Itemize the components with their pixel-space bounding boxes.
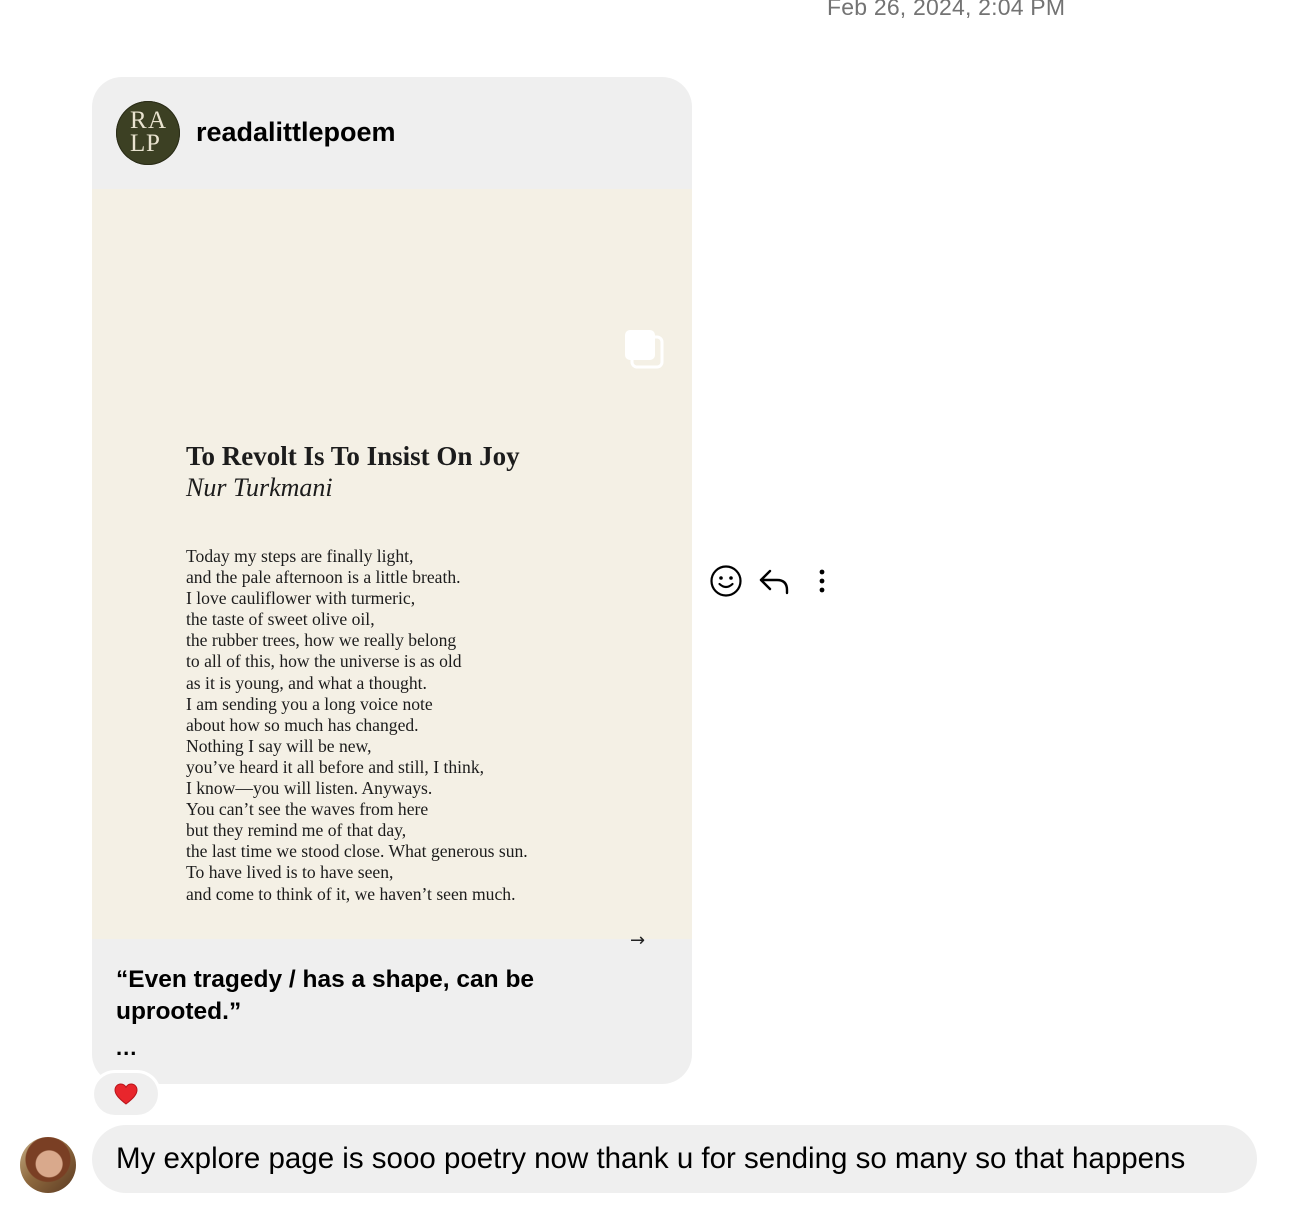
caption-more[interactable]: ... — [116, 1035, 137, 1061]
more-options-button[interactable] — [804, 563, 840, 599]
sender-avatar[interactable] — [20, 1137, 76, 1193]
poem-line: to all of this, how the universe is as o… — [186, 651, 462, 672]
carousel-icon — [625, 330, 664, 369]
react-button[interactable] — [708, 563, 744, 599]
message-text: My explore page is sooo poetry now thank… — [116, 1142, 1186, 1175]
poem-title: To Revolt Is To Insist On Joy — [186, 441, 520, 471]
poem-line: the rubber trees, how we really belong — [186, 630, 457, 651]
post-header[interactable]: R A L P readalittlepoem — [92, 77, 692, 189]
poem-line: Nothing I say will be new, — [186, 735, 372, 756]
poem-line: but they remind me of that day, — [186, 820, 407, 841]
next-arrow-icon: → — [630, 930, 646, 951]
emoji-icon — [710, 565, 742, 597]
poem-line: and the pale afternoon is a little breat… — [186, 567, 461, 588]
message-bubble[interactable]: My explore page is sooo poetry now thank… — [92, 1125, 1257, 1193]
poem-body: Today my steps are finally light, and th… — [186, 546, 528, 905]
message-reaction[interactable] — [94, 1073, 158, 1115]
poem-line: you’ve heard it all before and still, I … — [186, 756, 485, 777]
poem-line: To have lived is to have seen, — [186, 862, 394, 883]
message-actions — [708, 563, 838, 599]
poem-line: and come to think of it, we haven’t seen… — [186, 883, 516, 904]
reply-icon — [759, 569, 789, 595]
account-avatar[interactable]: R A L P — [116, 101, 180, 165]
poem-line: the last time we stood close. What gener… — [186, 841, 528, 862]
poem-line: about how so much has changed. — [186, 714, 419, 735]
more-options-icon — [819, 569, 825, 593]
shared-post-card[interactable]: R A L P readalittlepoem To Revolt Is To … — [92, 77, 692, 1084]
avatar-letter: P — [146, 130, 160, 157]
reply-button[interactable] — [756, 563, 792, 599]
heart-icon — [114, 1083, 138, 1105]
poem-line: Today my steps are finally light, — [186, 546, 414, 566]
post-caption: “Even tragedy / has a shape, can be upro… — [116, 966, 535, 1025]
poem-line: I am sending you a long voice note — [186, 693, 433, 714]
poem-author: Nur Turkmani — [186, 473, 333, 502]
poem-line: I know—you will listen. Anyways. — [186, 778, 433, 799]
poem-line: the taste of sweet olive oil, — [186, 609, 375, 630]
message-timestamp: Feb 26, 2024, 2:04 PM — [827, 0, 1066, 20]
account-name[interactable]: readalittlepoem — [196, 117, 396, 148]
post-image[interactable]: To Revolt Is To Insist On Joy Nur Turkma… — [92, 189, 692, 951]
poem-line: as it is young, and what a thought. — [186, 672, 427, 693]
avatar-letter: L — [130, 130, 146, 157]
poem-line: You can’t see the waves from here — [186, 799, 429, 820]
poem-line: I love cauliflower with turmeric, — [186, 588, 416, 609]
